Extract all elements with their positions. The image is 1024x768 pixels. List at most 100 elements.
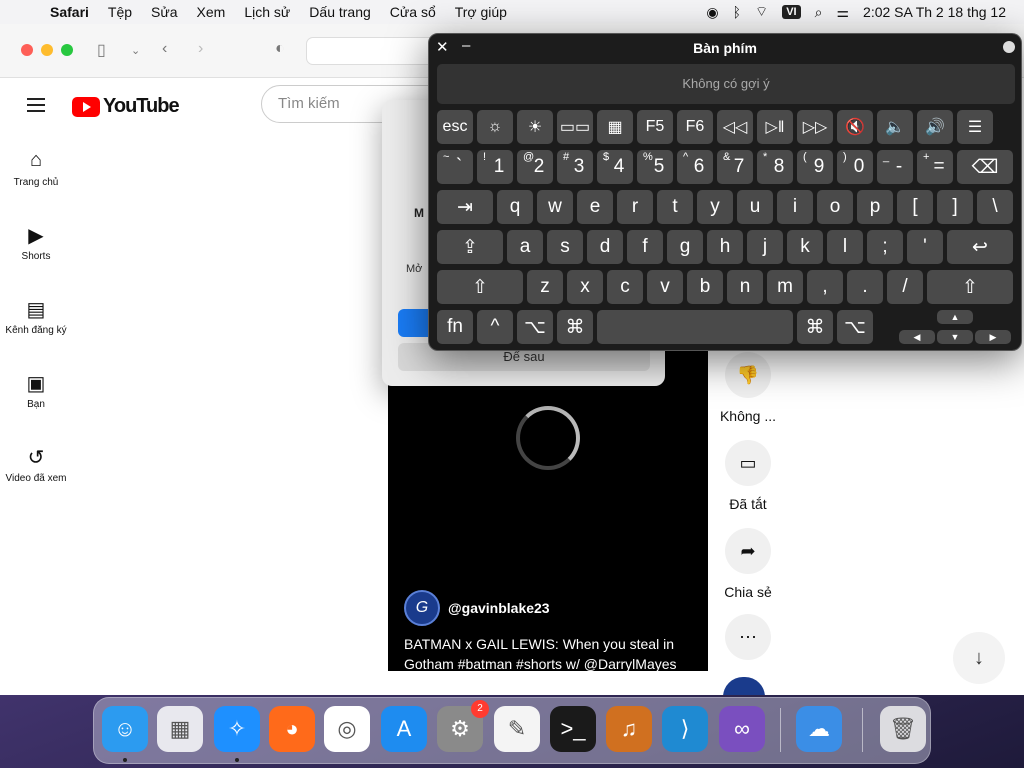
- channel-avatar[interactable]: G: [404, 590, 440, 626]
- more-icon[interactable]: ⋯: [725, 614, 771, 660]
- back-icon[interactable]: ‹: [162, 40, 167, 58]
- key-`[interactable]: ~ `: [437, 150, 473, 184]
- key-x[interactable]: x: [567, 270, 603, 304]
- key-,[interactable]: ,: [807, 270, 843, 304]
- key-◀[interactable]: ◀: [899, 330, 935, 344]
- key-w[interactable]: w: [537, 190, 573, 224]
- key-b[interactable]: b: [687, 270, 723, 304]
- vscode-icon[interactable]: ⟩: [662, 706, 708, 752]
- key-'[interactable]: ': [907, 230, 943, 264]
- sidebar-item-home[interactable]: ⌂ Trang chủ: [0, 149, 72, 223]
- key-2[interactable]: @2: [517, 150, 553, 184]
- key-6[interactable]: ^ 6: [677, 150, 713, 184]
- input-source-badge[interactable]: VI: [782, 5, 801, 19]
- video-title[interactable]: BATMAN x GAIL LEWIS: When you steal in G…: [404, 634, 694, 674]
- zoom-window-button[interactable]: [61, 44, 73, 56]
- key-0[interactable]: ) 0: [837, 150, 873, 184]
- key-☰[interactable]: ☰: [957, 110, 993, 144]
- hamburger-menu-icon[interactable]: [27, 98, 45, 116]
- finder-icon[interactable]: ☺: [102, 706, 148, 752]
- key-🔊[interactable]: 🔊: [917, 110, 953, 144]
- key-o[interactable]: o: [817, 190, 853, 224]
- key-z[interactable]: z: [527, 270, 563, 304]
- forward-icon[interactable]: ›: [198, 40, 203, 58]
- sidebar-item-you[interactable]: ▣ Bạn: [0, 371, 72, 445]
- key-1[interactable]: ! 1: [477, 150, 513, 184]
- key-↩[interactable]: ↩: [947, 230, 1013, 264]
- key-][interactable]: ]: [937, 190, 973, 224]
- settings-icon[interactable]: ⚙ 2: [437, 700, 489, 752]
- sidebar-toggle-icon[interactable]: ▯: [97, 40, 106, 60]
- key-u[interactable]: u: [737, 190, 773, 224]
- key-5[interactable]: % 5: [637, 150, 673, 184]
- menu-clock[interactable]: 2:02 SA Th 2 18 thg 12: [863, 4, 1006, 20]
- key-a[interactable]: a: [507, 230, 543, 264]
- key-r[interactable]: r: [617, 190, 653, 224]
- key-9[interactable]: (9: [797, 150, 833, 184]
- key-▶[interactable]: ▶: [975, 330, 1011, 344]
- key-;[interactable]: ;: [867, 230, 903, 264]
- key-⌫[interactable]: ⌫: [957, 150, 1013, 184]
- weather-icon[interactable]: ☁: [796, 706, 842, 752]
- key-⇧[interactable]: ⇧: [927, 270, 1013, 304]
- screen-record-icon[interactable]: ◉: [706, 4, 718, 21]
- appstore-icon[interactable]: A: [381, 706, 427, 752]
- key-n[interactable]: n: [727, 270, 763, 304]
- key-d[interactable]: d: [587, 230, 623, 264]
- key-7[interactable]: & 7: [717, 150, 753, 184]
- bluetooth-off-icon[interactable]: ᛒ: [733, 4, 741, 20]
- key-s[interactable]: s: [547, 230, 583, 264]
- comments-off-icon[interactable]: ▭: [725, 440, 771, 486]
- sidebar-item-shorts[interactable]: ▶ Shorts: [0, 223, 72, 297]
- key-m[interactable]: m: [767, 270, 803, 304]
- key-h[interactable]: h: [707, 230, 743, 264]
- key-l[interactable]: l: [827, 230, 863, 264]
- key-p[interactable]: p: [857, 190, 893, 224]
- key-⌘[interactable]: ⌘: [557, 310, 593, 344]
- chrome-icon[interactable]: ◎: [324, 706, 370, 752]
- key-j[interactable]: j: [747, 230, 783, 264]
- key-q[interactable]: q: [497, 190, 533, 224]
- control-center-icon[interactable]: ⚌: [836, 4, 849, 21]
- key-[[interactable]: [: [897, 190, 933, 224]
- textedit-icon[interactable]: ✎: [494, 706, 540, 752]
- menu-item-help[interactable]: Trợ giúp: [455, 4, 507, 20]
- key-▦[interactable]: ▦: [597, 110, 633, 144]
- safari-icon[interactable]: ✧: [214, 706, 260, 752]
- privacy-shield-icon[interactable]: ◐: [275, 40, 285, 58]
- menu-item-history[interactable]: Lịch sử: [244, 4, 290, 20]
- key-▷‖[interactable]: ▷‖: [757, 110, 793, 144]
- key-=[interactable]: + =: [917, 150, 953, 184]
- options-icon[interactable]: [1003, 41, 1015, 53]
- key-▲[interactable]: ▲: [937, 310, 973, 324]
- key-⌥[interactable]: ⌥: [517, 310, 553, 344]
- launchpad-icon[interactable]: ▦: [157, 706, 203, 752]
- menu-item-file[interactable]: Tệp: [108, 4, 132, 20]
- key-8[interactable]: * 8: [757, 150, 793, 184]
- key-y[interactable]: y: [697, 190, 733, 224]
- menu-app-name[interactable]: Safari: [50, 4, 89, 20]
- channel-name[interactable]: @gavinblake23: [448, 600, 550, 616]
- key-☼[interactable]: ☼: [477, 110, 513, 144]
- key-f[interactable]: f: [627, 230, 663, 264]
- youtube-logo[interactable]: YouTube: [72, 95, 180, 118]
- key-e[interactable]: e: [577, 190, 613, 224]
- key-⇧[interactable]: ⇧: [437, 270, 523, 304]
- key-◁◁[interactable]: ◁◁: [717, 110, 753, 144]
- menu-item-bookmarks[interactable]: Dấu trang: [309, 4, 370, 20]
- key-⇪[interactable]: ⇪: [437, 230, 503, 264]
- key-F5[interactable]: F5: [637, 110, 673, 144]
- chevron-down-icon[interactable]: ⌄: [131, 44, 140, 57]
- key-space[interactable]: [597, 310, 793, 344]
- menu-item-view[interactable]: Xem: [197, 4, 226, 20]
- menu-item-window[interactable]: Cửa sổ: [390, 4, 436, 20]
- key-^[interactable]: ^: [477, 310, 513, 344]
- firefox-icon[interactable]: ◕: [269, 706, 315, 752]
- minimize-window-button[interactable]: [41, 44, 53, 56]
- key-g[interactable]: g: [667, 230, 703, 264]
- sound-avatar[interactable]: [723, 677, 765, 695]
- key-t[interactable]: t: [657, 190, 693, 224]
- garageband-icon[interactable]: ♫: [606, 706, 652, 752]
- key-4[interactable]: $4: [597, 150, 633, 184]
- visualstudio-icon[interactable]: ∞: [719, 706, 765, 752]
